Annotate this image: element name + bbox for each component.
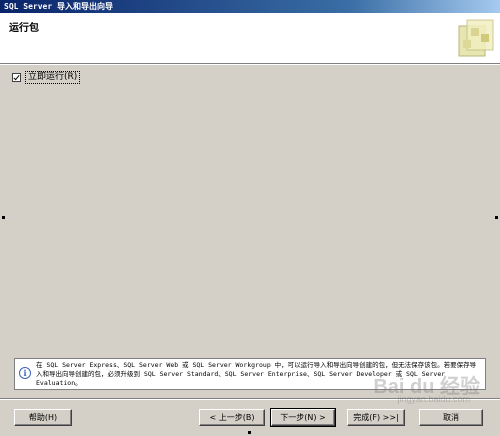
window-title: SQL Server 导入和导出向导 <box>4 2 113 11</box>
page-title: 运行包 <box>9 23 39 34</box>
wizard-header: 运行包 <box>0 13 500 64</box>
resize-handle-right <box>495 216 498 219</box>
resize-handle-left <box>2 216 5 219</box>
finish-button[interactable]: 完成(F) >>| <box>347 409 405 426</box>
wizard-logo-icon <box>458 19 494 57</box>
next-button[interactable]: 下一步(N) > <box>270 408 336 427</box>
window-titlebar[interactable]: SQL Server 导入和导出向导 <box>0 0 500 13</box>
run-immediately-option[interactable]: 立即运行(R) <box>12 71 81 84</box>
resize-handle-bottom <box>248 431 251 434</box>
help-button[interactable]: 帮助(H) <box>14 409 72 426</box>
watermark-url: jingyan.baidu.com <box>397 394 470 404</box>
cancel-button[interactable]: 取消 <box>419 409 483 426</box>
run-immediately-label[interactable]: 立即运行(R) <box>25 71 81 84</box>
run-immediately-checkbox[interactable] <box>12 73 21 82</box>
info-icon: i <box>19 367 31 379</box>
back-button[interactable]: < 上一步(B) <box>199 409 265 426</box>
